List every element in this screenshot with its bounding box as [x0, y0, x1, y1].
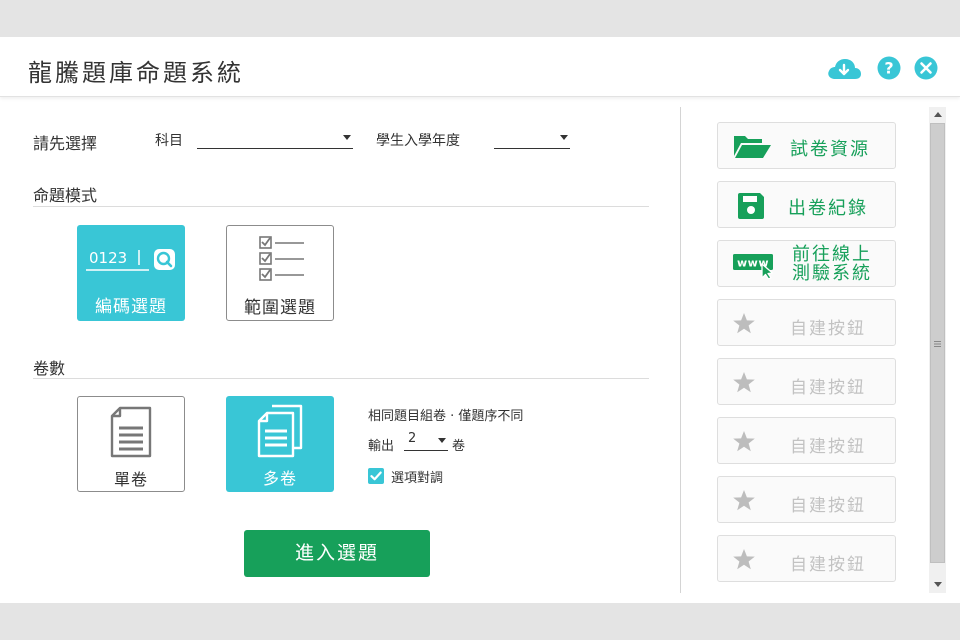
exam-resources-label: 試卷資源	[790, 139, 870, 160]
online-test-label: 前往線上 測驗系統	[792, 245, 872, 283]
mode-heading: 命題模式	[33, 186, 98, 205]
custom-button-4[interactable]: 自建按鈕	[717, 476, 896, 523]
save-disk-icon	[736, 191, 766, 225]
custom-button-2[interactable]: 自建按鈕	[717, 358, 896, 405]
document-icon	[108, 406, 154, 462]
online-test-label-line1: 前往線上	[792, 244, 872, 265]
multi-volume-tile[interactable]: 多卷	[226, 396, 334, 492]
documents-icon	[255, 403, 307, 463]
scroll-thumb[interactable]	[930, 123, 945, 563]
checkmark-icon	[370, 471, 382, 481]
chevron-down-icon	[560, 135, 568, 140]
exam-resources-button[interactable]: 試卷資源	[717, 122, 896, 169]
output-label: 輸出	[368, 439, 395, 454]
shuffle-options-checkbox[interactable]	[368, 468, 384, 484]
code-select-label: 編碼選題	[95, 297, 167, 317]
svg-text:?: ?	[884, 59, 893, 78]
enroll-year-label: 學生入學年度	[376, 133, 460, 149]
star-icon	[732, 489, 756, 516]
chevron-down-icon	[438, 438, 446, 443]
range-select-label: 範圍選題	[244, 298, 316, 318]
folder-open-icon	[732, 132, 772, 164]
title-bar: 龍騰題庫命題系統 ?	[0, 37, 960, 97]
custom-button-label: 自建按鈕	[790, 378, 866, 398]
star-icon	[732, 371, 756, 398]
multi-volume-note: 相同題目組卷 · 僅題序不同	[368, 409, 524, 424]
code-icon-text: 0123	[89, 249, 127, 267]
main-window: 龍騰題庫命題系統 ? 請先選擇 科目 學生入學年度 命題模式 0123 編碼選題…	[0, 37, 960, 603]
cloud-download-icon[interactable]	[826, 57, 862, 81]
custom-button-label: 自建按鈕	[790, 555, 866, 575]
checklist-icon	[258, 235, 306, 287]
help-icon[interactable]: ?	[877, 56, 901, 80]
divider	[33, 378, 649, 379]
panel-divider	[680, 107, 681, 593]
scroll-down-arrow-icon[interactable]	[934, 582, 942, 587]
close-icon[interactable]	[914, 56, 938, 80]
star-icon	[732, 548, 756, 575]
online-test-button[interactable]: www 前往線上 測驗系統	[717, 240, 896, 287]
app-title: 龍騰題庫命題系統	[28, 59, 244, 87]
output-unit: 卷	[452, 439, 466, 454]
subject-label: 科目	[155, 133, 183, 149]
multi-volume-label: 多卷	[262, 469, 297, 488]
vertical-scrollbar[interactable]	[929, 107, 946, 593]
divider	[33, 206, 649, 207]
exam-history-button[interactable]: 出卷紀錄	[717, 181, 896, 228]
enroll-year-select[interactable]	[494, 127, 570, 149]
www-link-icon: www	[732, 253, 776, 283]
custom-button-label: 自建按鈕	[790, 496, 866, 516]
custom-button-1[interactable]: 自建按鈕	[717, 299, 896, 346]
output-count-value: 2	[408, 431, 417, 446]
scroll-up-arrow-icon[interactable]	[934, 112, 942, 117]
star-icon	[732, 312, 756, 339]
select-prompt: 請先選擇	[33, 134, 98, 153]
shuffle-options-label: 選項對調	[391, 471, 444, 486]
exam-history-label: 出卷紀錄	[788, 198, 868, 219]
custom-button-3[interactable]: 自建按鈕	[717, 417, 896, 464]
range-select-tile[interactable]: 範圍選題	[226, 225, 334, 321]
online-test-label-line2: 測驗系統	[792, 263, 872, 284]
single-volume-label: 單卷	[113, 470, 148, 489]
code-search-icon: 0123	[85, 247, 177, 277]
grip-icon	[934, 341, 941, 347]
chevron-down-icon	[343, 135, 351, 140]
star-icon	[732, 430, 756, 457]
custom-button-label: 自建按鈕	[790, 319, 866, 339]
output-count-select[interactable]: 2	[404, 431, 448, 451]
code-select-tile[interactable]: 0123 編碼選題	[77, 225, 185, 321]
custom-button-5[interactable]: 自建按鈕	[717, 535, 896, 582]
enter-selection-button[interactable]: 進入選題	[244, 530, 430, 577]
volumes-heading: 卷數	[33, 359, 66, 378]
subject-select[interactable]	[197, 127, 353, 149]
single-volume-tile[interactable]: 單卷	[77, 396, 185, 492]
custom-button-label: 自建按鈕	[790, 437, 866, 457]
